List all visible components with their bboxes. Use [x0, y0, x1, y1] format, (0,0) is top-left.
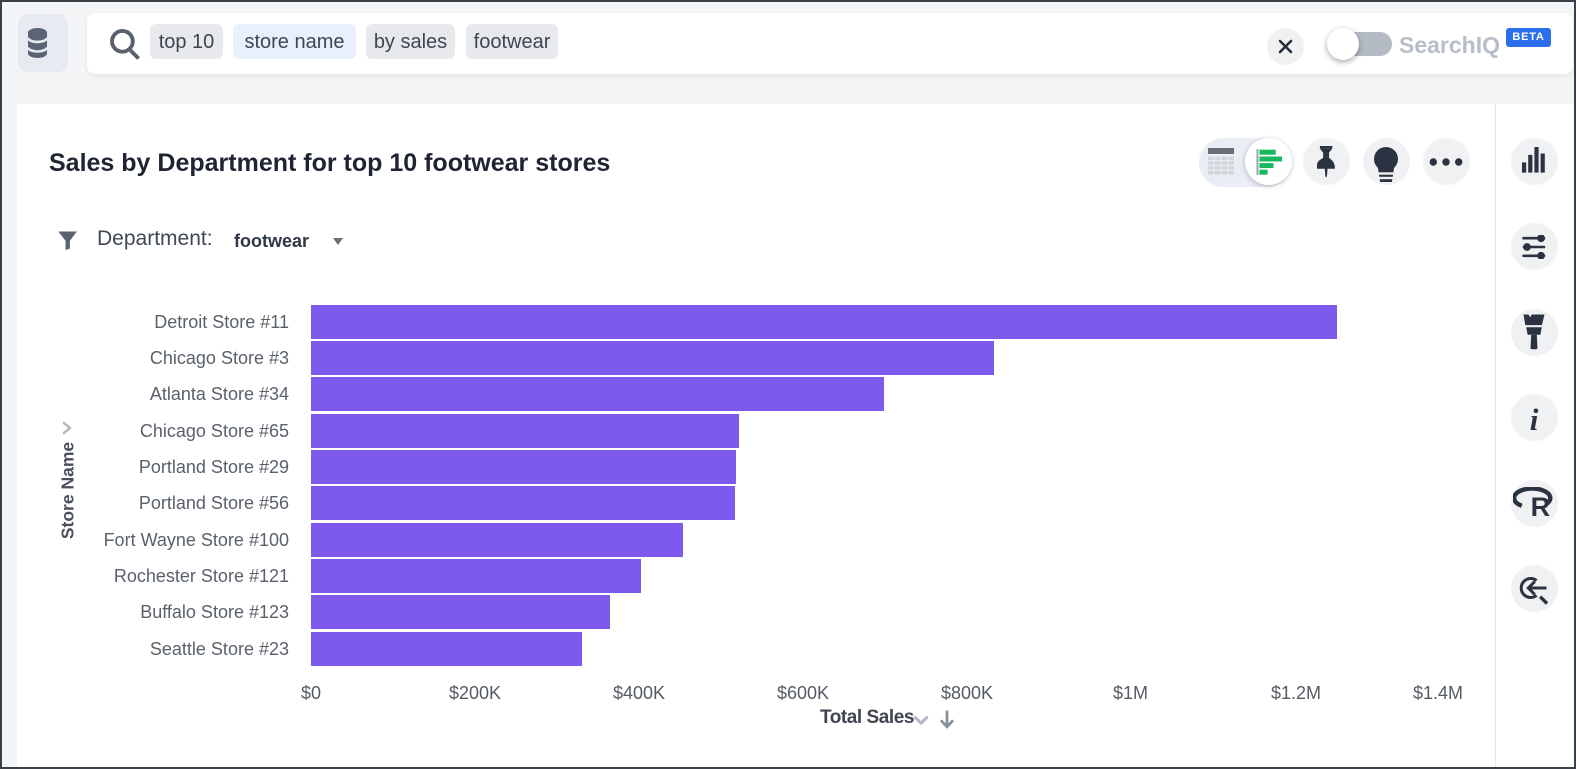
svg-text:R: R [1531, 492, 1551, 521]
